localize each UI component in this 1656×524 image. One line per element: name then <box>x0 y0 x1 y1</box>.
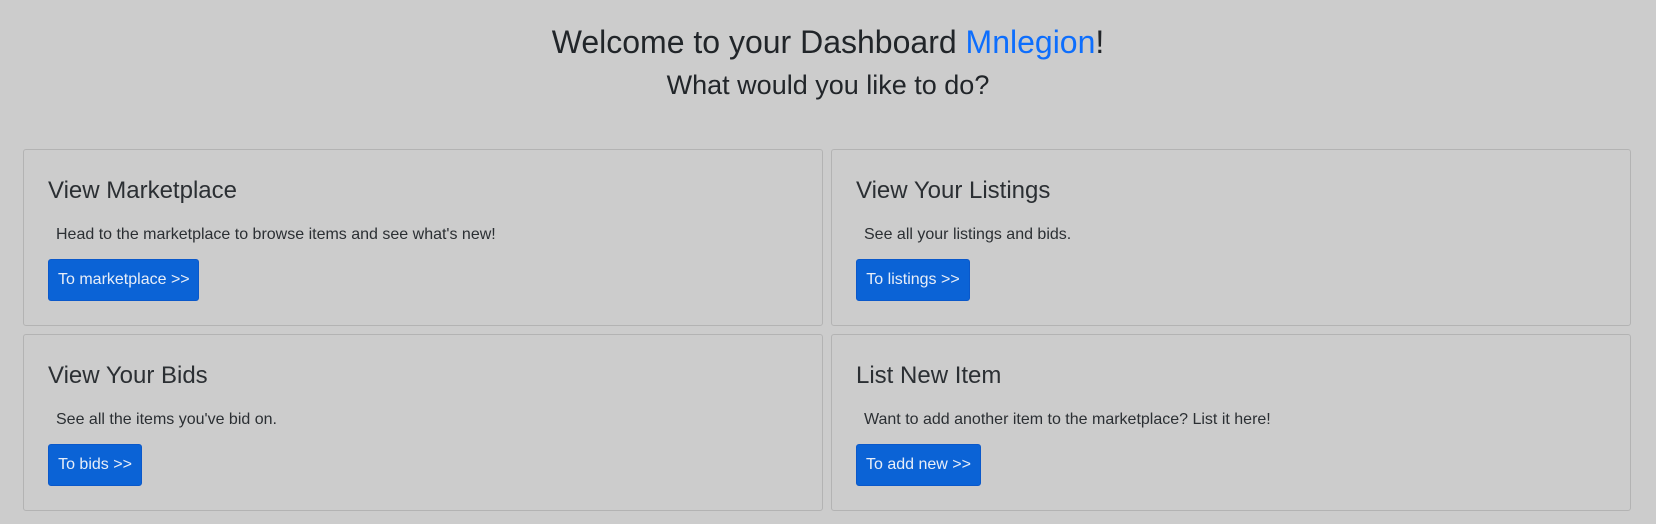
page-title: Welcome to your Dashboard Mnlegion! <box>0 20 1656 64</box>
title-prefix: Welcome to your Dashboard <box>551 24 966 60</box>
to-bids-button[interactable]: To bids >> <box>48 444 142 486</box>
card-text: Head to the marketplace to browse items … <box>56 226 496 243</box>
to-listings-button[interactable]: To listings >> <box>856 259 970 301</box>
to-marketplace-button[interactable]: To marketplace >> <box>48 259 199 301</box>
title-suffix: ! <box>1095 24 1105 60</box>
card-title: List New Item <box>856 362 1002 389</box>
card-text: See all your listings and bids. <box>864 226 1072 243</box>
card-view-listings: View Your Listings See all your listings… <box>831 149 1631 326</box>
card-list-new-item: List New Item Want to add another item t… <box>831 334 1631 511</box>
card-title: View Your Bids <box>48 362 208 389</box>
card-title: View Marketplace <box>48 177 237 204</box>
username: Mnlegion <box>965 24 1096 60</box>
card-text: Want to add another item to the marketpl… <box>864 411 1271 428</box>
card-view-bids: View Your Bids See all the items you've … <box>23 334 823 511</box>
card-title: View Your Listings <box>856 177 1051 204</box>
card-text: See all the items you've bid on. <box>56 411 277 428</box>
page-subtitle: What would you like to do? <box>666 70 990 100</box>
card-view-marketplace: View Marketplace Head to the marketplace… <box>23 149 823 326</box>
to-add-new-button[interactable]: To add new >> <box>856 444 981 486</box>
